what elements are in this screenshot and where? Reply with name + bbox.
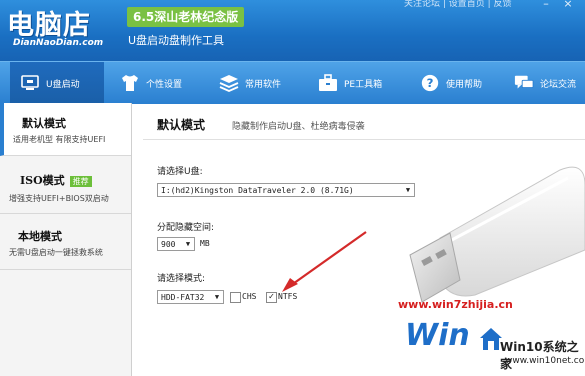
sidebar-item-desc: 增强支持UEFI+BIOS双启动 <box>9 194 109 203</box>
app-header: 电脑店 DianNaoDian.com 6.5深山老林纪念版 U盘启动盘制作工具… <box>0 0 585 61</box>
mode-select[interactable]: HDD-FAT32 ▼ <box>157 290 224 304</box>
app-logo: 电脑店 <box>7 10 91 41</box>
mode-select-value: HDD-FAT32 <box>161 293 205 302</box>
monitor-icon <box>20 74 40 92</box>
nav-item-software[interactable]: 常用软件 <box>219 62 281 104</box>
partition-unit: MB <box>200 239 210 248</box>
main-nav: U盘启动 个性设置 常用软件 PE工具箱 ? 使用帮助 论坛交流 <box>0 61 585 104</box>
nav-item-pe-toolbox[interactable]: PE工具箱 <box>318 62 382 104</box>
nav-label: 个性设置 <box>146 79 183 90</box>
briefcase-icon <box>318 74 338 92</box>
mode-label: 请选择模式: <box>157 274 206 284</box>
sidebar-item-title: 本地模式 <box>18 230 62 243</box>
partition-label: 分配隐藏空间: <box>157 223 215 233</box>
svg-text:?: ? <box>427 76 434 90</box>
sidebar-item-title: 默认模式 <box>22 117 66 130</box>
chat-icon <box>514 74 534 92</box>
version-badge: 6.5深山老林纪念版 <box>127 7 245 27</box>
nav-label: PE工具箱 <box>344 79 383 90</box>
nav-label: U盘启动 <box>46 79 80 90</box>
chs-checkbox[interactable] <box>230 292 241 303</box>
chevron-down-icon: ▼ <box>185 240 191 248</box>
page-title: 默认模式 <box>157 118 206 132</box>
sidebar-item-desc: 无需U盘启动一键拯救系统 <box>9 248 103 257</box>
sidebar-item-desc: 适用老机型 有限支持UEFI <box>13 135 106 144</box>
shirt-icon <box>120 74 140 92</box>
chevron-down-icon: ▼ <box>214 293 220 301</box>
watermark-logo: Win <box>405 318 470 353</box>
nav-item-forum[interactable]: 论坛交流 <box>514 62 576 104</box>
nav-item-usb-boot[interactable]: U盘启动 <box>10 62 104 104</box>
sidebar-item-default-mode[interactable]: 默认模式 适用老机型 有限支持UEFI <box>0 103 131 156</box>
nav-item-personalize[interactable]: 个性设置 <box>120 62 182 104</box>
partition-size-value: 900 <box>161 240 176 249</box>
select-disk-label: 请选择U盘: <box>157 167 203 177</box>
nav-item-help[interactable]: ? 使用帮助 <box>420 62 482 104</box>
mode-sidebar: 默认模式 适用老机型 有限支持UEFI ISO模式 推荐 增强支持UEFI+BIO… <box>0 103 132 376</box>
top-links[interactable]: 关注论坛 | 设置首页 | 反馈 <box>404 0 512 9</box>
watermark-site-url: www.win10net.com <box>505 356 585 366</box>
help-icon: ? <box>420 74 440 92</box>
nav-label: 常用软件 <box>245 79 282 90</box>
watermark-url: www.win7zhijia.cn <box>398 298 513 311</box>
nav-label: 论坛交流 <box>540 79 577 90</box>
app-logo-subtitle: DianNaoDian.com <box>13 38 104 48</box>
app-tagline: U盘启动盘制作工具 <box>128 34 225 47</box>
sidebar-item-title: ISO模式 <box>20 174 65 187</box>
partition-size-select[interactable]: 900 ▼ <box>157 237 195 251</box>
sidebar-item-iso-mode[interactable]: ISO模式 推荐 增强支持UEFI+BIOS双启动 <box>0 156 131 214</box>
nav-label: 使用帮助 <box>446 79 483 90</box>
watermark-site-name: Win10系统之家 <box>500 340 579 371</box>
sidebar-item-local-mode[interactable]: 本地模式 无需U盘启动一键拯救系统 <box>0 214 131 270</box>
sidebar-item-title-wrap: ISO模式 推荐 <box>20 172 92 188</box>
close-icon[interactable]: × <box>562 0 574 10</box>
recommended-badge: 推荐 <box>69 176 92 187</box>
minimize-icon[interactable]: – <box>540 0 552 10</box>
chs-label: CHS <box>242 292 257 301</box>
layers-icon <box>219 74 239 92</box>
